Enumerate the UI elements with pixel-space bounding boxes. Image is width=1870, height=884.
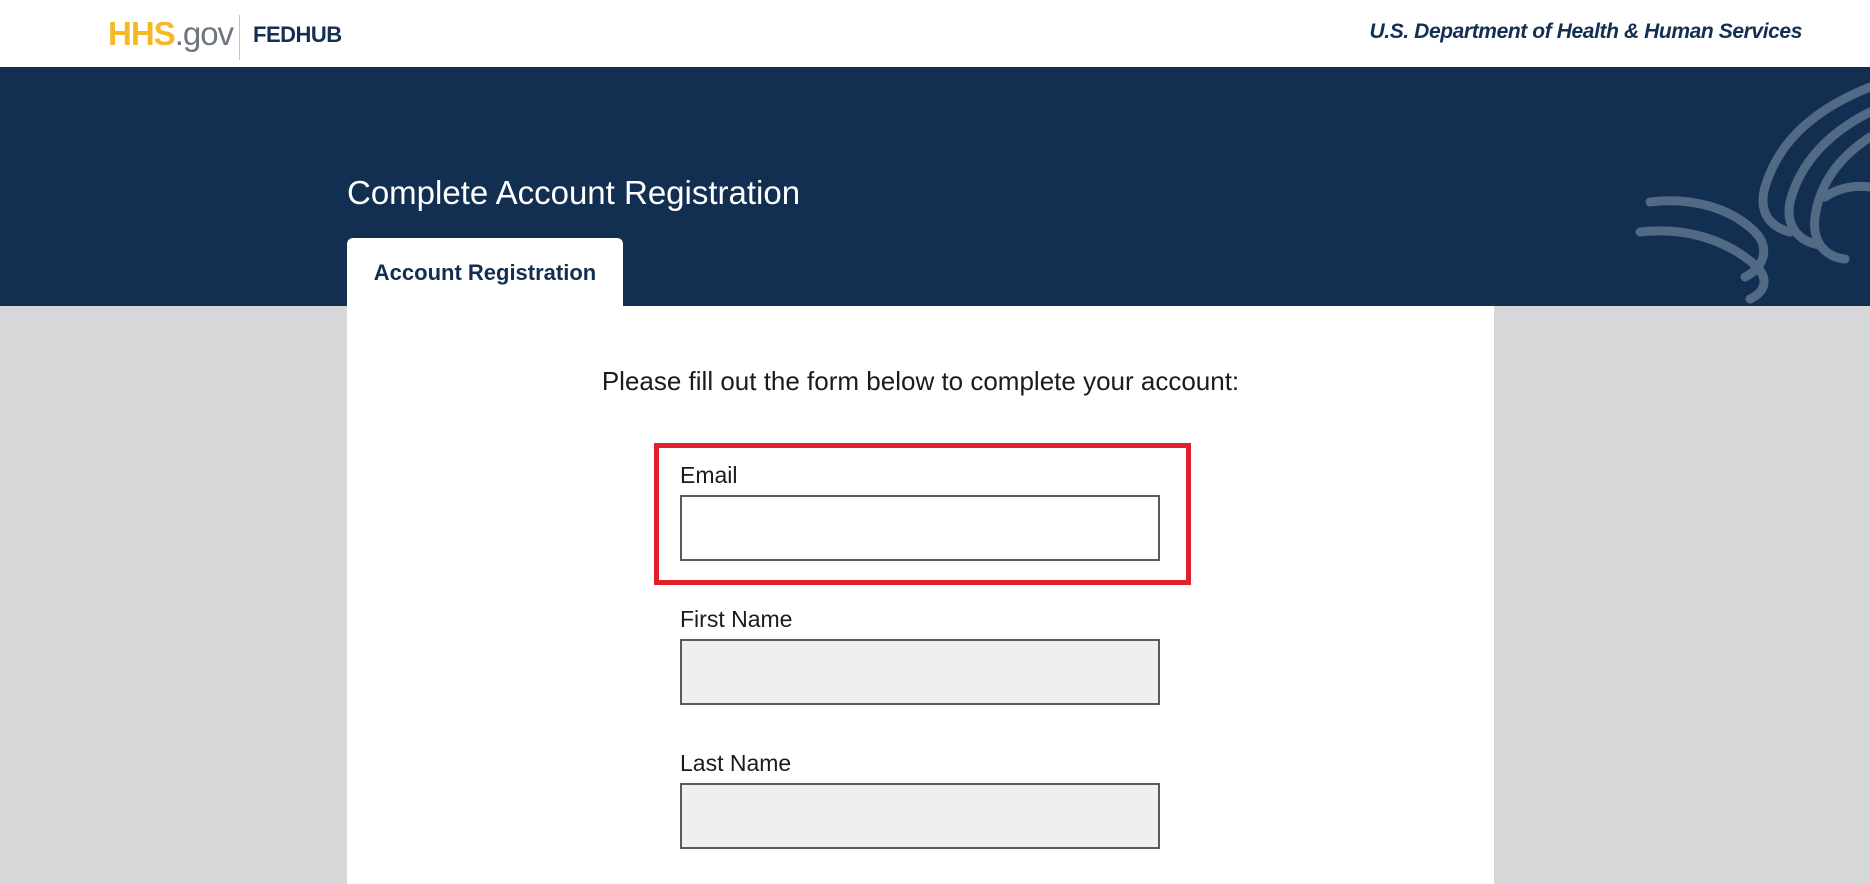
form-intro-text: Please fill out the form below to comple… <box>601 366 1240 396</box>
page-title: Complete Account Registration <box>347 174 801 211</box>
email-label: Email <box>680 462 738 488</box>
hhs-eagle-icon <box>1635 82 1870 304</box>
last-name-label: Last Name <box>680 750 792 776</box>
first-name-field <box>680 639 1160 705</box>
page-banner: Complete Account Registration <box>0 67 1870 306</box>
fedhub-logo[interactable]: FEDHUB <box>253 22 342 48</box>
tab-label: Account Registration <box>373 260 597 285</box>
last-name-field <box>680 783 1160 849</box>
department-link[interactable]: U.S. Department of Health & Human Servic… <box>1370 20 1803 44</box>
hhs-gov-logo[interactable]: HHS .gov <box>108 14 234 54</box>
top-header: HHS .gov FEDHUB U.S. Department of Health… <box>0 0 1870 67</box>
logo-gov-text: .gov <box>174 15 234 52</box>
first-name-label: First Name <box>680 606 793 632</box>
email-field[interactable] <box>680 495 1160 561</box>
tab-account-registration[interactable]: Account Registration <box>347 238 623 308</box>
logo-hhs-text: HHS <box>108 15 176 52</box>
logo-divider <box>239 15 240 60</box>
